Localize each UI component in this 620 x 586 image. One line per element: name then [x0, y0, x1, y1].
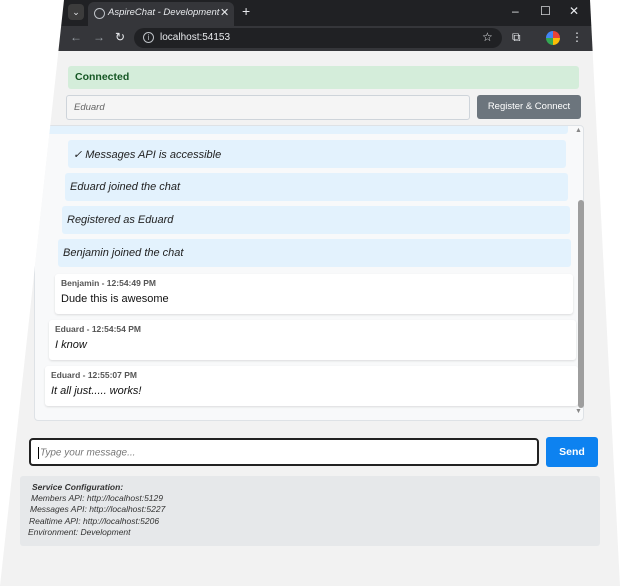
message-placeholder: Type your message...	[40, 447, 136, 459]
system-message-partial	[36, 126, 568, 134]
system-message: Benjamin joined the chat	[58, 239, 571, 267]
config-realtime: Realtime API: http://localhost:5206	[29, 515, 160, 526]
config-title: Service Configuration:	[32, 482, 124, 492]
register-connect-button[interactable]: Register & Connect	[477, 95, 581, 119]
new-tab-icon[interactable]: +	[242, 3, 250, 19]
scroll-thumb[interactable]	[578, 200, 584, 408]
back-icon[interactable]: ←	[70, 30, 82, 44]
message-text: Dude this is awesome	[61, 293, 169, 305]
address-url[interactable]: localhost:54153	[160, 32, 230, 43]
message-input[interactable]: Type your message...	[29, 438, 539, 466]
message-scrollbar[interactable]: ▲ ▼	[575, 127, 585, 417]
username-input[interactable]: Eduard	[66, 95, 470, 120]
tab-title: AspireChat - Development	[108, 7, 220, 18]
scroll-up-icon[interactable]: ▲	[575, 127, 582, 134]
chat-message: Benjamin - 12:54:49 PM Dude this is awes…	[55, 274, 573, 314]
chat-message: Eduard - 12:55:07 PM It all just..... wo…	[45, 366, 578, 406]
bookmark-star-icon[interactable]: ☆	[482, 30, 493, 44]
message-meta: Benjamin - 12:54:49 PM	[61, 278, 156, 288]
browser-window: ⌄ AspireChat - Development ✕ + – ☐ ✕ ← →…	[0, 0, 620, 586]
address-bar[interactable]: i localhost:54153 ☆	[134, 28, 502, 48]
config-messages: Messages API: http://localhost:5227	[30, 504, 166, 515]
send-button[interactable]: Send	[546, 437, 598, 467]
globe-icon	[94, 8, 105, 19]
system-message: Eduard joined the chat	[65, 173, 568, 201]
forward-icon[interactable]: →	[93, 30, 105, 44]
profile-avatar-icon[interactable]	[546, 31, 560, 45]
config-environment: Environment: Development	[28, 526, 131, 537]
reload-icon[interactable]: ↻	[115, 30, 125, 44]
message-meta: Eduard - 12:54:54 PM	[55, 324, 141, 334]
tab-bar: ⌄ AspireChat - Development ✕ + – ☐ ✕	[0, 0, 620, 26]
chat-page: Connected Eduard Register & Connect ✓ Me…	[0, 51, 620, 586]
message-text: It all just..... works!	[51, 385, 142, 397]
browser-menu-icon[interactable]: ⋮	[571, 30, 583, 44]
connection-status: Connected	[68, 66, 579, 89]
scroll-down-icon[interactable]: ▼	[575, 408, 582, 415]
message-meta: Eduard - 12:55:07 PM	[51, 370, 137, 380]
browser-toolbar: ← → ↻ i localhost:54153 ☆ ⧉ ⋮	[0, 26, 620, 51]
message-text: I know	[55, 339, 87, 351]
system-message: ✓ Messages API is accessible	[68, 140, 566, 168]
close-window-icon[interactable]: ✕	[569, 4, 579, 18]
service-config-panel: Service Configuration: Members API: http…	[20, 476, 600, 546]
system-message-text: ✓ Messages API is accessible	[73, 149, 222, 161]
text-caret	[38, 447, 39, 459]
config-members: Members API: http://localhost:5129	[31, 493, 163, 504]
chat-message: Eduard - 12:54:54 PM I know	[49, 320, 576, 360]
system-message-text: Registered as Eduard	[67, 214, 174, 226]
system-message: Registered as Eduard	[62, 206, 570, 234]
site-info-icon[interactable]: i	[143, 32, 154, 43]
system-message-text: Eduard joined the chat	[70, 181, 181, 193]
chevron-down-icon[interactable]: ⌄	[68, 4, 84, 20]
close-tab-icon[interactable]: ✕	[220, 6, 229, 19]
maximize-icon[interactable]: ☐	[540, 4, 551, 18]
message-list: ✓ Messages API is accessible Eduard join…	[34, 125, 584, 421]
browser-tab[interactable]: AspireChat - Development ✕	[88, 2, 234, 26]
minimize-icon[interactable]: –	[512, 4, 519, 18]
extensions-icon[interactable]: ⧉	[512, 30, 521, 45]
system-message-text: Benjamin joined the chat	[63, 247, 184, 259]
